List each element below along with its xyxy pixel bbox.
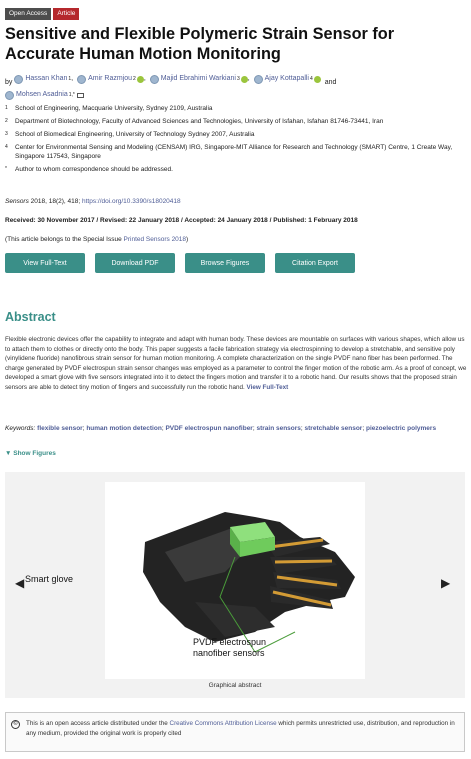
author-name[interactable]: Hassan Khan [25,73,67,86]
author-avatar-icon [14,74,24,84]
affil-text: School of Biomedical Engineering, Univer… [15,131,255,138]
abstract-full-text-link[interactable]: View Full-Text [247,384,289,391]
authors-prefix: by [5,78,13,86]
abstract-text: Flexible electronic devices offer the ca… [5,336,467,391]
keyword-link[interactable]: human motion detection [86,425,161,432]
license-prefix: This is an open access article distribut… [26,720,170,727]
article-badge: Article [53,8,80,20]
sensor-label-line-2: nanofiber sensors [193,647,265,658]
author-avatar-icon [149,74,159,84]
abstract-heading: Abstract [5,310,56,324]
affiliation: 1 School of Engineering, Macquarie Univer… [5,104,465,113]
open-access-badge: Open Access [5,8,52,20]
author-sup: 4 [309,76,313,82]
author[interactable]: Majid Ebrahimi Warkiani 3, [149,73,250,86]
special-issue-link[interactable]: Printed Sensors 2018 [124,236,187,243]
sensor-label: PVDF electrospun nanofiber sensors [193,637,266,658]
action-buttons: View Full-Text Download PDF Browse Figur… [5,253,355,273]
figure-caption: Graphical abstract [208,682,262,689]
special-issue-prefix: (This article belongs to the Special Iss… [5,236,124,243]
special-issue: (This article belongs to the Special Iss… [5,236,188,243]
smart-glove-label: Smart glove [25,574,74,584]
author-avatar-icon [77,74,87,84]
author-name[interactable]: Amir Razmjou [88,73,132,86]
show-figures-toggle[interactable]: ▼ Show Figures [5,450,56,457]
article-page: Open Access Article Sensitive and Flexib… [0,0,471,759]
affiliation: 3 School of Biomedical Engineering, Unive… [5,130,465,139]
affil-text: Department of Biotechnology, Faculty of … [15,118,384,125]
author-list: by Hassan Khan 1, Amir Razmjou 2, Majid Eb… [5,73,465,106]
affiliation: 2 Department of Biotechnology, Faculty of… [5,117,465,126]
view-full-text-button[interactable]: View Full-Text [5,253,85,273]
figure-carousel: ◀ ▶ Smart glove PVDF electrospun nanofib… [5,472,465,698]
citation-volume: 2018, 18(2), 418; [28,198,82,205]
affil-number: 1 [5,105,8,111]
author-name[interactable]: Ajay Kottapalli [265,73,309,86]
keyword-link[interactable]: PVDF electrospun nanofiber [165,425,252,432]
keyword-link[interactable]: strain sensors [256,425,300,432]
author-avatar-icon [253,74,263,84]
orcid-icon[interactable] [136,75,144,83]
author[interactable]: Mohsen Asadnia 1,* [5,89,84,102]
keyword-link[interactable]: piezoelectric polymers [366,425,436,432]
publication-dates: Received: 30 November 2017 / Revised: 22… [5,217,358,224]
author[interactable]: Ajay Kottapalli 4 [253,73,321,86]
affil-text: School of Engineering, Macquarie Univers… [15,105,213,112]
author-sup: 3 [236,76,240,82]
doi-link[interactable]: https://doi.org/10.3390/s18020418 [82,198,181,205]
affil-number: 4 [5,144,8,150]
author[interactable]: Hassan Khan 1, [14,73,73,86]
email-icon[interactable] [76,93,84,98]
next-arrow-icon[interactable]: ▶ [441,576,450,590]
abstract-body: Flexible electronic devices offer the ca… [5,335,467,392]
author-name[interactable]: Majid Ebrahimi Warkiani [161,73,236,86]
keyword-link[interactable]: flexible sensor [37,425,83,432]
affiliation: 4 Center for Environmental Sensing and Mo… [5,143,465,161]
copyright-icon: © [11,720,20,729]
badges: Open Access Article [5,8,80,20]
keyword-link[interactable]: stretchable sensor [305,425,363,432]
author-sup: 2 [133,76,136,82]
author-name[interactable]: Mohsen Asadnia [16,89,68,102]
affiliation: * Author to whom correspondence should be… [5,165,465,174]
authors-and: and [324,78,337,86]
special-issue-suffix: ) [186,236,189,243]
affil-number: 3 [5,131,8,137]
orcid-icon[interactable] [313,75,321,83]
author[interactable]: Amir Razmjou 2, [77,73,146,86]
author-avatar-icon [5,91,14,100]
affil-number: * [5,166,7,172]
download-pdf-button[interactable]: Download PDF [95,253,175,273]
cc-license-link[interactable]: Creative Commons Attribution License [170,720,277,727]
citation-export-button[interactable]: Citation Export [275,253,355,273]
keywords-label: Keywords: [5,425,36,432]
author-sup: 1 [68,76,72,82]
article-title: Sensitive and Flexible Polymeric Strain … [5,25,395,63]
author-sup: 1,* [68,92,75,99]
sensor-label-line-1: PVDF electrospun [193,637,267,647]
journal-name: Sensors [5,198,29,205]
affil-text: Center for Environmental Sensing and Mod… [15,144,453,160]
affiliations: 1 School of Engineering, Macquarie Univer… [5,104,465,178]
affil-number: 2 [5,118,8,124]
prev-arrow-icon[interactable]: ◀ [15,576,24,590]
orcid-icon[interactable] [240,75,248,83]
keywords: Keywords: flexible sensor; human motion … [5,425,437,432]
license-notice: © This is an open access article distrib… [5,712,465,752]
affil-text: Author to whom correspondence should be … [15,166,173,173]
citation: Sensors 2018, 18(2), 418; https://doi.or… [5,198,181,205]
browse-figures-button[interactable]: Browse Figures [185,253,265,273]
